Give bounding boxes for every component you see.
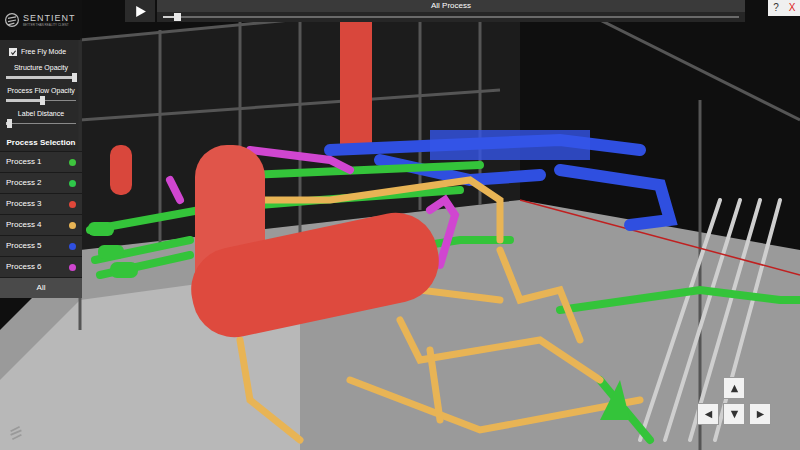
timeline-row (157, 12, 745, 22)
process-dot (69, 222, 76, 229)
slider-thumb[interactable] (40, 96, 45, 105)
process-item[interactable]: Process 4 (0, 214, 82, 235)
pad-spacer (749, 377, 771, 399)
logo-name: SENTIENT (23, 14, 76, 23)
arrow-left-icon (703, 409, 714, 420)
arrow-right-icon (755, 409, 766, 420)
logo-text: SENTIENTBETTER THAN REALITY CLIENT (23, 14, 76, 27)
arrow-up-icon (729, 383, 740, 394)
slider-fill (6, 99, 42, 102)
process-item[interactable]: Process 1 (0, 151, 82, 172)
close-label: X (789, 3, 796, 13)
top-bar: All Process (125, 0, 745, 22)
close-button[interactable]: X (784, 0, 800, 16)
arrow-up-button[interactable] (723, 377, 745, 399)
free-fly-row[interactable]: Free Fly Mode (0, 45, 82, 59)
slider-label: Structure Opacity (0, 63, 82, 73)
process-item[interactable]: Process 3 (0, 193, 82, 214)
slider-fill (6, 76, 74, 79)
window-buttons: ?X (768, 0, 800, 16)
control-panel: Free Fly Mode Structure Opacity Process Fl… (0, 40, 82, 298)
slider-row: Process Flow Opacity (0, 86, 82, 105)
slider-label: Label Distance (0, 109, 82, 119)
arrow-left-button[interactable] (697, 403, 719, 425)
process-selection-title: Process Selection (0, 137, 82, 148)
pad-spacer (697, 377, 719, 399)
slider-thumb[interactable] (7, 119, 12, 128)
process-dot (69, 201, 76, 208)
process-dot (69, 180, 76, 187)
all-button[interactable]: All (0, 277, 82, 298)
plant-scene[interactable] (0, 0, 800, 450)
slider-row: Label Distance (0, 109, 82, 128)
arrow-right-button[interactable] (749, 403, 771, 425)
logo-tagline: BETTER THAN REALITY CLIENT (23, 24, 76, 27)
arrow-pad (697, 377, 771, 425)
free-fly-label: Free Fly Mode (21, 47, 66, 58)
help-button[interactable]: ? (768, 0, 784, 16)
help-label: ? (773, 3, 779, 13)
process-label: Process 2 (6, 177, 42, 189)
process-dot (69, 243, 76, 250)
left-panel: SENTIENTBETTER THAN REALITY CLIENT Free F… (0, 0, 82, 298)
process-dot (69, 159, 76, 166)
timeline-thumb[interactable] (174, 13, 181, 21)
slider-label: Process Flow Opacity (0, 86, 82, 96)
process-item[interactable]: Process 2 (0, 172, 82, 193)
process-label: Process 5 (6, 240, 42, 252)
timeline-line (163, 16, 739, 18)
slider-track[interactable] (6, 119, 76, 128)
corner-logo (7, 424, 25, 442)
arrow-down-icon (729, 409, 740, 420)
slider-row: Structure Opacity (0, 63, 82, 82)
play-icon (134, 5, 147, 18)
play-button[interactable] (125, 0, 155, 22)
timeline-title: All Process (431, 2, 471, 10)
corner-logo-icon (7, 424, 25, 442)
timeline-title-row: All Process (157, 0, 745, 12)
slider-thumb[interactable] (72, 73, 77, 82)
all-label: All (37, 282, 46, 294)
process-item[interactable]: Process 6 (0, 256, 82, 277)
slider-line (6, 123, 76, 124)
slider-track[interactable] (6, 73, 76, 82)
process-item[interactable]: Process 5 (0, 235, 82, 256)
timeline-track[interactable] (163, 13, 739, 21)
free-fly-checkbox[interactable] (9, 48, 17, 56)
slider-track[interactable] (6, 96, 76, 105)
logo: SENTIENTBETTER THAN REALITY CLIENT (0, 0, 82, 40)
logo-icon (4, 12, 20, 28)
process-label: Process 1 (6, 156, 42, 168)
timeline: All Process (157, 0, 745, 22)
process-label: Process 3 (6, 198, 42, 210)
process-label: Process 4 (6, 219, 42, 231)
arrow-down-button[interactable] (723, 403, 745, 425)
process-dot (69, 264, 76, 271)
check-icon (10, 49, 17, 56)
process-label: Process 6 (6, 261, 42, 273)
